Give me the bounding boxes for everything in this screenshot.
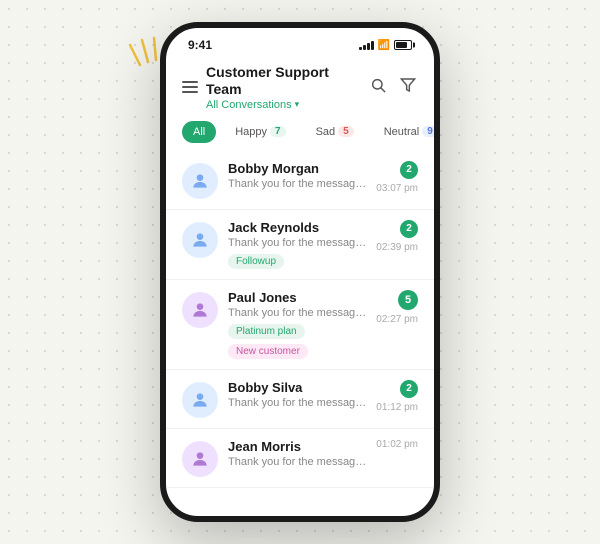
conv-meta: 2 01:12 pm	[376, 380, 418, 413]
conv-name: Bobby Silva	[228, 380, 370, 395]
filter-button[interactable]	[398, 75, 418, 99]
status-time: 9:41	[188, 38, 212, 52]
unread-badge: 5	[398, 290, 418, 310]
conv-content: Jack Reynolds Thank you for the message.…	[228, 220, 370, 269]
avatar	[182, 382, 218, 418]
conv-item-paul-jones[interactable]: Paul Jones Thank you for the message... …	[166, 280, 434, 370]
status-bar: 9:41 📶	[166, 28, 434, 56]
conv-time: 03:07 pm	[376, 183, 418, 194]
filter-tabs: All Happy 7 Sad 5 Neutral 9 Ir…	[166, 117, 434, 151]
conv-meta: 5 02:27 pm	[376, 290, 418, 325]
decorative-lines	[120, 30, 160, 70]
search-button[interactable]	[368, 75, 388, 99]
filter-label: All Conversations	[206, 99, 292, 111]
tab-neutral[interactable]: Neutral 9	[373, 121, 434, 143]
conv-item-jean-morris[interactable]: Jean Morris Thank you for the message...…	[166, 429, 434, 488]
conv-content: Bobby Morgan Thank you for the message..…	[228, 161, 370, 190]
wifi-icon: 📶	[378, 40, 390, 51]
conv-time: 01:12 pm	[376, 402, 418, 413]
conv-tags: Followup	[228, 254, 370, 269]
conv-tags: Platinum plan New customer	[228, 324, 370, 359]
signal-icon	[359, 41, 374, 50]
avatar	[182, 441, 218, 477]
tag-platinum-plan: Platinum plan	[228, 324, 305, 339]
tab-sad-badge: 5	[338, 126, 354, 137]
header-title-block: Customer Support Team All Conversations …	[206, 64, 368, 111]
conv-preview: Thank you for the message...	[228, 178, 370, 190]
conv-preview: Thank you for the message...	[228, 307, 370, 319]
conv-name: Jean Morris	[228, 439, 370, 454]
conv-preview: Thank you for the message...	[228, 237, 370, 249]
conversation-list: Bobby Morgan Thank you for the message..…	[166, 151, 434, 516]
unread-badge: 2	[400, 380, 418, 398]
tab-neutral-label: Neutral	[384, 126, 419, 138]
tag-followup: Followup	[228, 254, 284, 269]
conv-content: Paul Jones Thank you for the message... …	[228, 290, 370, 359]
status-icons: 📶	[359, 40, 412, 51]
conv-time: 02:39 pm	[376, 242, 418, 253]
tab-happy-badge: 7	[270, 126, 286, 137]
app-header: Customer Support Team All Conversations …	[166, 56, 434, 117]
tab-all-label: All	[193, 126, 205, 138]
battery-icon	[394, 40, 412, 50]
avatar	[182, 163, 218, 199]
conv-preview: Thank you for the message...	[228, 397, 370, 409]
conv-preview: Thank you for the message...	[228, 456, 370, 468]
tab-sad[interactable]: Sad 5	[305, 121, 365, 143]
filter-row[interactable]: All Conversations ▾	[206, 99, 368, 111]
conv-meta: 2 02:39 pm	[376, 220, 418, 253]
conv-item-bobby-morgan[interactable]: Bobby Morgan Thank you for the message..…	[166, 151, 434, 210]
avatar	[182, 222, 218, 258]
team-name: Customer Support Team	[206, 64, 368, 98]
unread-badge: 2	[400, 220, 418, 238]
tab-all[interactable]: All	[182, 121, 216, 143]
conv-name: Bobby Morgan	[228, 161, 370, 176]
conv-content: Bobby Silva Thank you for the message...	[228, 380, 370, 409]
tab-sad-label: Sad	[316, 126, 336, 138]
conv-name: Jack Reynolds	[228, 220, 370, 235]
conv-name: Paul Jones	[228, 290, 370, 305]
tab-happy-label: Happy	[235, 126, 267, 138]
menu-icon[interactable]	[182, 81, 198, 93]
unread-badge: 2	[400, 161, 418, 179]
conv-item-bobby-silva[interactable]: Bobby Silva Thank you for the message...…	[166, 370, 434, 429]
conv-content: Jean Morris Thank you for the message...	[228, 439, 370, 468]
header-actions	[368, 75, 418, 99]
tab-happy[interactable]: Happy 7	[224, 121, 296, 143]
conv-time: 02:27 pm	[376, 314, 418, 325]
conv-item-jack-reynolds[interactable]: Jack Reynolds Thank you for the message.…	[166, 210, 434, 280]
phone-shell: 9:41 📶 Customer Support Team All Convers…	[160, 22, 440, 522]
tab-neutral-badge: 9	[422, 126, 434, 137]
tag-new-customer: New customer	[228, 344, 308, 359]
conv-meta: 2 03:07 pm	[376, 161, 418, 194]
conv-time: 01:02 pm	[376, 439, 418, 450]
avatar	[182, 292, 218, 328]
conv-meta: 01:02 pm	[376, 439, 418, 450]
chevron-down-icon: ▾	[295, 99, 300, 110]
